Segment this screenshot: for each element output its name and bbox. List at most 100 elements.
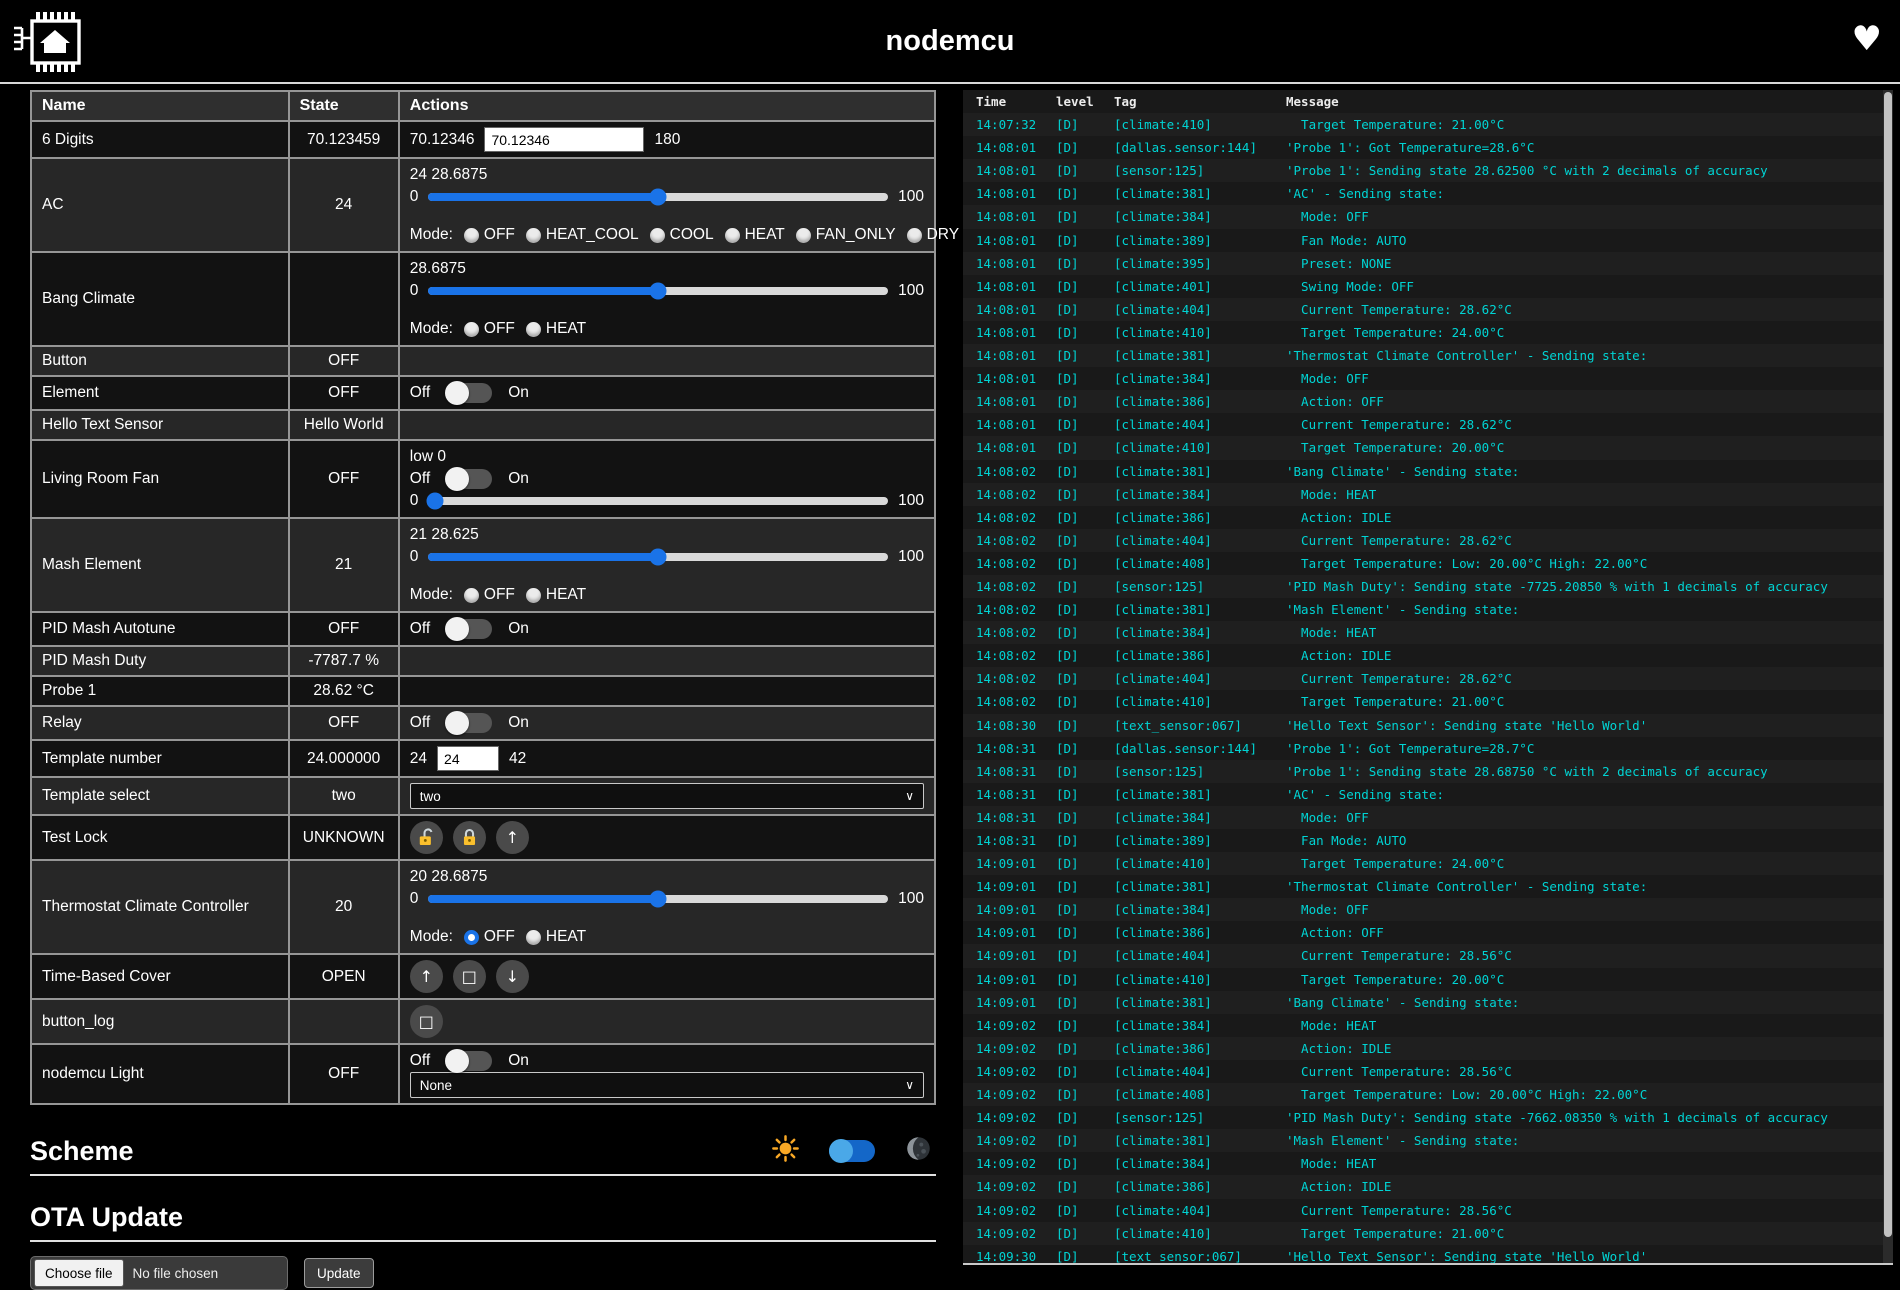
radio-button[interactable] <box>526 228 541 243</box>
log-panel[interactable]: Time level Tag Message 14:07:32[D][clima… <box>963 90 1893 1265</box>
toggle-track[interactable] <box>446 469 492 489</box>
log-tag: [climate:384] <box>1114 1014 1286 1037</box>
log-time: 14:09:01 <box>976 875 1056 898</box>
radio-button[interactable] <box>796 228 811 243</box>
entity-state <box>289 999 399 1044</box>
log-entry: 14:08:01[D][climate:386] Action: OFF <box>963 390 1893 413</box>
mode-option-off[interactable]: OFF <box>464 320 515 338</box>
log-entry: 14:08:02[D][climate:404] Current Tempera… <box>963 667 1893 690</box>
mode-option-heat[interactable]: HEAT <box>526 586 586 604</box>
scheme-toggle[interactable] <box>829 1140 875 1162</box>
log-tag: [climate:410] <box>1114 968 1286 991</box>
slider-thumb[interactable] <box>650 549 667 566</box>
action-line: 21 28.625 <box>410 524 924 546</box>
slider-track[interactable] <box>428 287 888 295</box>
toggle-knob[interactable] <box>445 467 469 491</box>
log-time: 14:09:01 <box>976 898 1056 921</box>
log-scrollbar-thumb[interactable] <box>1884 92 1892 1237</box>
log-entry: 14:08:01[D][sensor:125]'Probe 1': Sendin… <box>963 159 1893 182</box>
radio-button[interactable] <box>464 228 479 243</box>
toggle-switch[interactable]: OffOn <box>410 469 529 489</box>
slider[interactable] <box>428 282 888 300</box>
slider-track[interactable] <box>428 193 888 201</box>
mode-option-fan_only[interactable]: FAN_ONLY <box>796 226 896 244</box>
log-scrollbar[interactable] <box>1883 90 1893 1263</box>
mode-option-off[interactable]: OFF <box>464 928 515 946</box>
arrow-up-button[interactable]: ↑ <box>496 821 529 854</box>
log-message: 'Mash Element' - Sending state: <box>1286 1129 1893 1152</box>
firmware-file-input[interactable]: Choose file No file chosen <box>30 1256 288 1290</box>
log-entry: 14:09:02[D][climate:410] Target Temperat… <box>963 1222 1893 1245</box>
slider-thumb[interactable] <box>650 891 667 908</box>
unlock-button[interactable] <box>410 821 443 854</box>
toggle-track[interactable] <box>446 619 492 639</box>
log-time: 14:09:01 <box>976 852 1056 875</box>
mode-option-off[interactable]: OFF <box>464 586 515 604</box>
entity-name: Time-Based Cover <box>31 954 289 999</box>
stop-button[interactable]: □ <box>410 1005 443 1038</box>
dark-scheme-moon-icon[interactable] <box>905 1135 932 1167</box>
toggle-switch[interactable]: OffOn <box>410 383 529 403</box>
mode-option-dry[interactable]: DRY <box>907 226 959 244</box>
log-message: 'Probe 1': Sending state 28.68750 °C wit… <box>1286 760 1893 783</box>
radio-button[interactable] <box>526 930 541 945</box>
radio-button[interactable] <box>725 228 740 243</box>
mode-option-heat_cool[interactable]: HEAT_COOL <box>526 226 639 244</box>
arrow-down-button[interactable]: ↓ <box>496 960 529 993</box>
log-time: 14:08:02 <box>976 667 1056 690</box>
slider[interactable] <box>428 188 888 206</box>
radio-button[interactable] <box>650 228 665 243</box>
stop-button[interactable]: □ <box>453 960 486 993</box>
log-tag: [dallas.sensor:144] <box>1114 737 1286 760</box>
radio-button[interactable] <box>464 588 479 603</box>
slider[interactable] <box>428 890 888 908</box>
toggle-track[interactable] <box>446 1051 492 1071</box>
log-message: Target Temperature: 20.00°C <box>1286 968 1893 991</box>
light-scheme-sun-icon[interactable] <box>772 1135 799 1167</box>
toggle-knob[interactable] <box>445 711 469 735</box>
toggle-switch[interactable]: OffOn <box>410 619 529 639</box>
mode-option-heat[interactable]: HEAT <box>725 226 785 244</box>
number-input[interactable] <box>484 127 644 152</box>
slider-track[interactable] <box>428 895 888 903</box>
radio-button[interactable] <box>526 588 541 603</box>
select-input[interactable]: two∨ <box>410 783 924 809</box>
slider-thumb[interactable] <box>427 493 444 510</box>
slider-thumb[interactable] <box>650 283 667 300</box>
slider[interactable] <box>428 492 888 510</box>
mode-option-heat[interactable]: HEAT <box>526 320 586 338</box>
table-row: ElementOFFOffOn <box>31 376 935 410</box>
update-button[interactable]: Update <box>304 1258 374 1288</box>
toggle-switch[interactable]: OffOn <box>410 713 529 733</box>
choose-file-button[interactable]: Choose file <box>34 1259 124 1287</box>
action-text: 100 <box>898 492 924 510</box>
radio-button[interactable] <box>464 930 479 945</box>
mode-option-cool[interactable]: COOL <box>650 226 714 244</box>
log-entry: 14:09:02[D][climate:384] Mode: HEAT <box>963 1014 1893 1037</box>
log-time: 14:09:01 <box>976 968 1056 991</box>
mode-option-off[interactable]: OFF <box>464 226 515 244</box>
log-entry: 14:08:02[D][climate:404] Current Tempera… <box>963 529 1893 552</box>
toggle-track[interactable] <box>446 713 492 733</box>
slider[interactable] <box>428 548 888 566</box>
table-row: RelayOFFOffOn <box>31 706 935 740</box>
slider-track[interactable] <box>428 497 888 505</box>
radio-button[interactable] <box>464 322 479 337</box>
log-entry: 14:09:02[D][climate:381]'Mash Element' -… <box>963 1129 1893 1152</box>
arrow-up-button[interactable]: ↑ <box>410 960 443 993</box>
action-line: 0100 <box>410 490 924 512</box>
select-input[interactable]: None∨ <box>410 1072 924 1098</box>
slider-thumb[interactable] <box>650 189 667 206</box>
lock-button[interactable] <box>453 821 486 854</box>
slider-track[interactable] <box>428 553 888 561</box>
radio-button[interactable] <box>526 322 541 337</box>
mode-option-heat[interactable]: HEAT <box>526 928 586 946</box>
radio-button[interactable] <box>907 228 922 243</box>
toggle-knob[interactable] <box>445 1049 469 1073</box>
toggle-knob[interactable] <box>445 617 469 641</box>
toggle-knob[interactable] <box>445 381 469 405</box>
number-input[interactable] <box>437 746 499 771</box>
log-level: [D] <box>1056 1152 1114 1175</box>
toggle-track[interactable] <box>446 383 492 403</box>
toggle-switch[interactable]: OffOn <box>410 1051 529 1071</box>
